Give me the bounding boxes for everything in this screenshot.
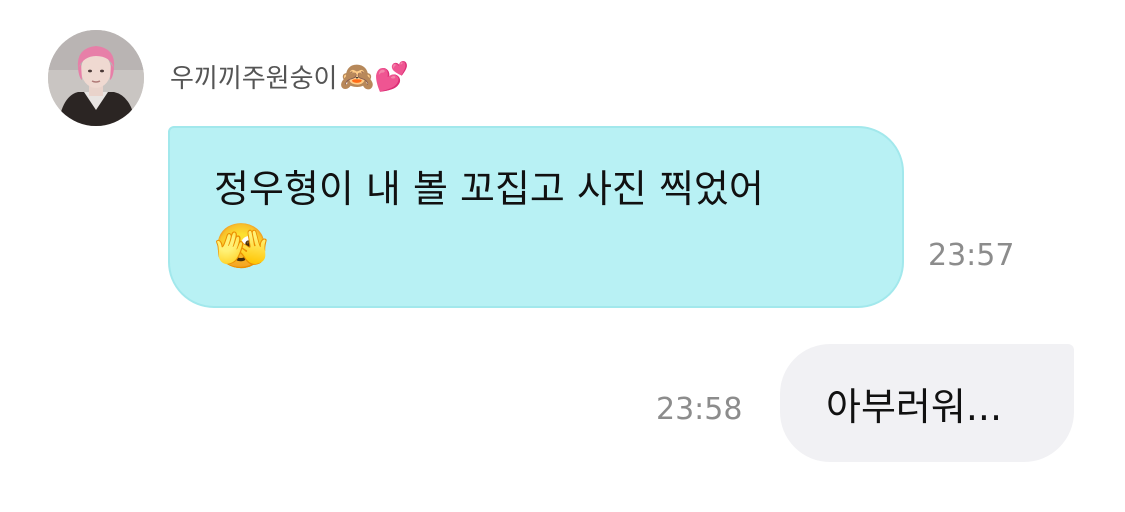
face-peeking-emoji-icon: 🫣 xyxy=(214,221,269,272)
outgoing-message-text: 아부러워... xyxy=(826,384,1003,429)
incoming-message-text: 정우형이 내 볼 꼬집고 사진 찍었어 xyxy=(214,167,764,211)
incoming-message-time: 23:57 xyxy=(928,238,1015,273)
outgoing-message-time: 23:58 xyxy=(656,392,743,427)
outgoing-message-bubble[interactable]: 아부러워... xyxy=(780,344,1074,462)
sender-name: 우끼끼주원숭이 🙈💕 xyxy=(170,56,409,96)
sender-name-text: 우끼끼주원숭이 xyxy=(170,63,338,94)
sender-avatar[interactable] xyxy=(48,30,144,126)
sender-emoji-icon: 🙈💕 xyxy=(339,59,410,93)
avatar-photo-icon xyxy=(48,30,144,126)
incoming-message-bubble[interactable]: 정우형이 내 볼 꼬집고 사진 찍었어 🫣 xyxy=(168,126,904,308)
